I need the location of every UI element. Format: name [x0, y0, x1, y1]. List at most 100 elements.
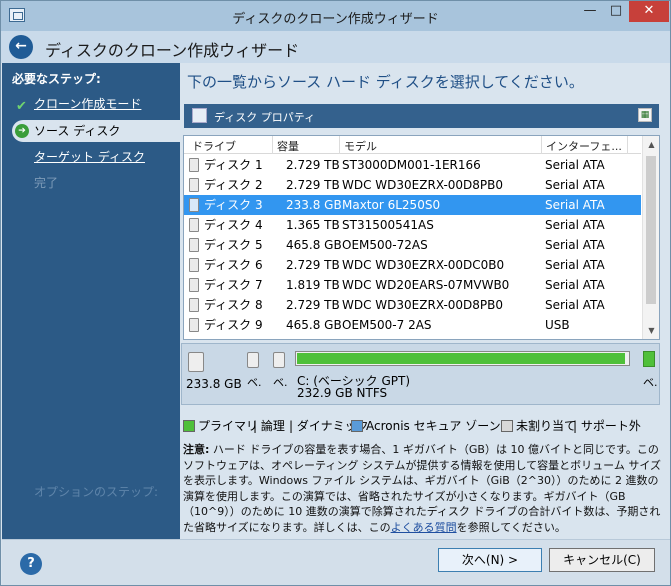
- sidebar-item-label: クローン作成モード: [34, 97, 142, 111]
- capacity-cell: 465.8 GB: [286, 318, 342, 332]
- partition-block[interactable]: [643, 351, 655, 367]
- disk-size-label: 233.8 GB: [186, 377, 242, 391]
- table-row[interactable]: ディスク 2 2.729 TB WDC WD30EZRX-00D8PB0 Ser…: [184, 175, 641, 195]
- model-cell: WDC WD30EZRX-00DC0B0: [342, 258, 505, 272]
- interface-cell: Serial ATA: [545, 278, 605, 292]
- capacity-cell: 1.365 TB: [286, 218, 340, 232]
- legend-primary: プライマリ: [183, 417, 258, 434]
- help-icon[interactable]: ?: [20, 553, 42, 575]
- table-scrollbar[interactable]: ▲ ▼: [642, 136, 659, 339]
- minimize-button[interactable]: —: [577, 1, 603, 22]
- column-divider[interactable]: [339, 136, 340, 154]
- sidebar-item-clone-mode[interactable]: ✔ クローン作成モード: [2, 93, 180, 115]
- model-cell: OEM500-72AS: [342, 238, 428, 252]
- maximize-button[interactable]: □: [603, 1, 629, 22]
- scroll-up-icon[interactable]: ▲: [643, 136, 659, 153]
- capacity-cell: 233.8 GB: [286, 198, 342, 212]
- hard-disk-icon: [189, 198, 199, 212]
- column-chooser-icon[interactable]: ▦: [638, 108, 652, 122]
- column-header-drive[interactable]: ドライブ: [192, 138, 236, 154]
- table-row[interactable]: ディスク 6 2.729 TB WDC WD30EZRX-00DC0B0 Ser…: [184, 255, 641, 275]
- column-header-interface[interactable]: インターフェ...: [546, 138, 622, 154]
- column-header-capacity[interactable]: 容量: [277, 138, 299, 154]
- partition-map: 233.8 GB ベ. ベ. C: (ベーシック GPT) 232.9 GB N…: [181, 343, 660, 405]
- footer-bar: ? 次へ(N) > キャンセル(C): [2, 539, 670, 585]
- hard-disk-icon: [188, 352, 204, 372]
- hard-disk-icon: [189, 278, 199, 292]
- note-label: 注意:: [183, 443, 210, 456]
- sidebar-item-source-disk[interactable]: ➔ ソース ディスク: [12, 120, 180, 142]
- table-row-selected[interactable]: ディスク 3 233.8 GB Maxtor 6L250S0 Serial AT…: [184, 195, 641, 215]
- drive-cell: ディスク 7: [204, 278, 263, 292]
- note-tail: を参照してください。: [456, 520, 566, 534]
- interface-cell: Serial ATA: [545, 258, 605, 272]
- window-title: ディスクのクローン作成ウィザード: [232, 12, 439, 27]
- drive-cell: ディスク 4: [204, 218, 263, 232]
- drive-cell: ディスク 1: [204, 158, 263, 172]
- cancel-button[interactable]: キャンセル(C): [549, 548, 655, 572]
- drive-cell: ディスク 3: [204, 198, 263, 212]
- hard-disk-icon: [189, 258, 199, 272]
- scroll-down-icon[interactable]: ▼: [643, 322, 659, 339]
- partition-label-truncated: ベ.: [273, 376, 288, 389]
- required-steps-heading: 必要なステップ:: [12, 72, 101, 86]
- partition-block[interactable]: [273, 352, 285, 368]
- sidebar-item-label: ターゲット ディスク: [34, 150, 145, 164]
- legend-acronis: Acronis セキュア ゾーン: [351, 417, 501, 434]
- capacity-cell: 2.729 TB: [286, 298, 340, 312]
- capacity-cell: 465.8 GB: [286, 238, 342, 252]
- interface-cell: Serial ATA: [545, 178, 605, 192]
- hard-disk-icon: [189, 218, 199, 232]
- scrollbar-thumb[interactable]: [646, 156, 656, 304]
- drive-cell: ディスク 6: [204, 258, 263, 272]
- faq-link[interactable]: よくある質問: [391, 521, 457, 534]
- partition-bar[interactable]: [295, 351, 630, 366]
- table-row[interactable]: ディスク 7 1.819 TB WDC WD20EARS-07MVWB0 Ser…: [184, 275, 641, 295]
- table-row[interactable]: ディスク 4 1.365 TB ST31500541AS Serial ATA: [184, 215, 641, 235]
- capacity-cell: 2.729 TB: [286, 258, 340, 272]
- model-cell: OEM500-7 2AS: [342, 318, 432, 332]
- column-divider[interactable]: [541, 136, 542, 154]
- legend-unsupported: | サポート外: [573, 419, 641, 433]
- drive-cell: ディスク 2: [204, 178, 263, 192]
- next-button[interactable]: 次へ(N) >: [438, 548, 542, 572]
- legend-swatch: [351, 420, 363, 432]
- capacity-cell: 2.729 TB: [286, 158, 340, 172]
- table-row[interactable]: ディスク 5 465.8 GB OEM500-72AS Serial ATA: [184, 235, 641, 255]
- properties-icon: [192, 108, 207, 123]
- header-title: ディスクのクローン作成ウィザード: [45, 41, 300, 60]
- wizard-header: ← ディスクのクローン作成ウィザード: [1, 31, 670, 63]
- interface-cell: Serial ATA: [545, 298, 605, 312]
- capacity-cell: 2.729 TB: [286, 178, 340, 192]
- disk-table: ドライブ 容量 モデル インターフェ... ディスク 1 2.729 TB ST…: [183, 135, 660, 340]
- model-cell: WDC WD20EARS-07MVWB0: [342, 278, 510, 292]
- partition-usage-fill: [297, 353, 625, 364]
- sidebar-item-label: 完了: [34, 176, 59, 190]
- table-row[interactable]: ディスク 9 465.8 GB OEM500-7 2AS USB: [184, 315, 641, 335]
- disk-properties-bar[interactable]: ディスク プロパティ ▦: [184, 104, 659, 128]
- table-header: ドライブ 容量 モデル インターフェ...: [184, 136, 641, 154]
- column-header-model[interactable]: モデル: [344, 138, 377, 154]
- column-divider[interactable]: [627, 136, 628, 154]
- table-row[interactable]: ディスク 8 2.729 TB WDC WD30EZRX-00D8PB0 Ser…: [184, 295, 641, 315]
- legend-unallocated: 未割り当て: [501, 417, 576, 434]
- close-button[interactable]: ✕: [629, 1, 669, 22]
- sidebar-item-finish: 完了: [2, 172, 180, 194]
- column-divider[interactable]: [272, 136, 273, 154]
- partition-block[interactable]: [247, 352, 259, 368]
- legend-swatch: [501, 420, 513, 432]
- hard-disk-icon: [189, 298, 199, 312]
- sidebar-item-target-disk[interactable]: ターゲット ディスク: [2, 146, 180, 168]
- drive-cell: ディスク 5: [204, 238, 263, 252]
- partition-label-truncated: ベ.: [247, 376, 262, 389]
- legend-swatch: [183, 420, 195, 432]
- model-cell: WDC WD30EZRX-00D8PB0: [342, 298, 504, 312]
- drive-cell: ディスク 8: [204, 298, 263, 312]
- hard-disk-icon: [189, 318, 199, 332]
- model-cell: Maxtor 6L250S0: [342, 198, 441, 212]
- model-cell: ST3000DM001-1ER166: [342, 158, 481, 172]
- disk-properties-label: ディスク プロパティ: [214, 111, 316, 124]
- back-arrow-icon[interactable]: ←: [9, 35, 33, 59]
- interface-cell: Serial ATA: [545, 238, 605, 252]
- table-row[interactable]: ディスク 1 2.729 TB ST3000DM001-1ER166 Seria…: [184, 155, 641, 175]
